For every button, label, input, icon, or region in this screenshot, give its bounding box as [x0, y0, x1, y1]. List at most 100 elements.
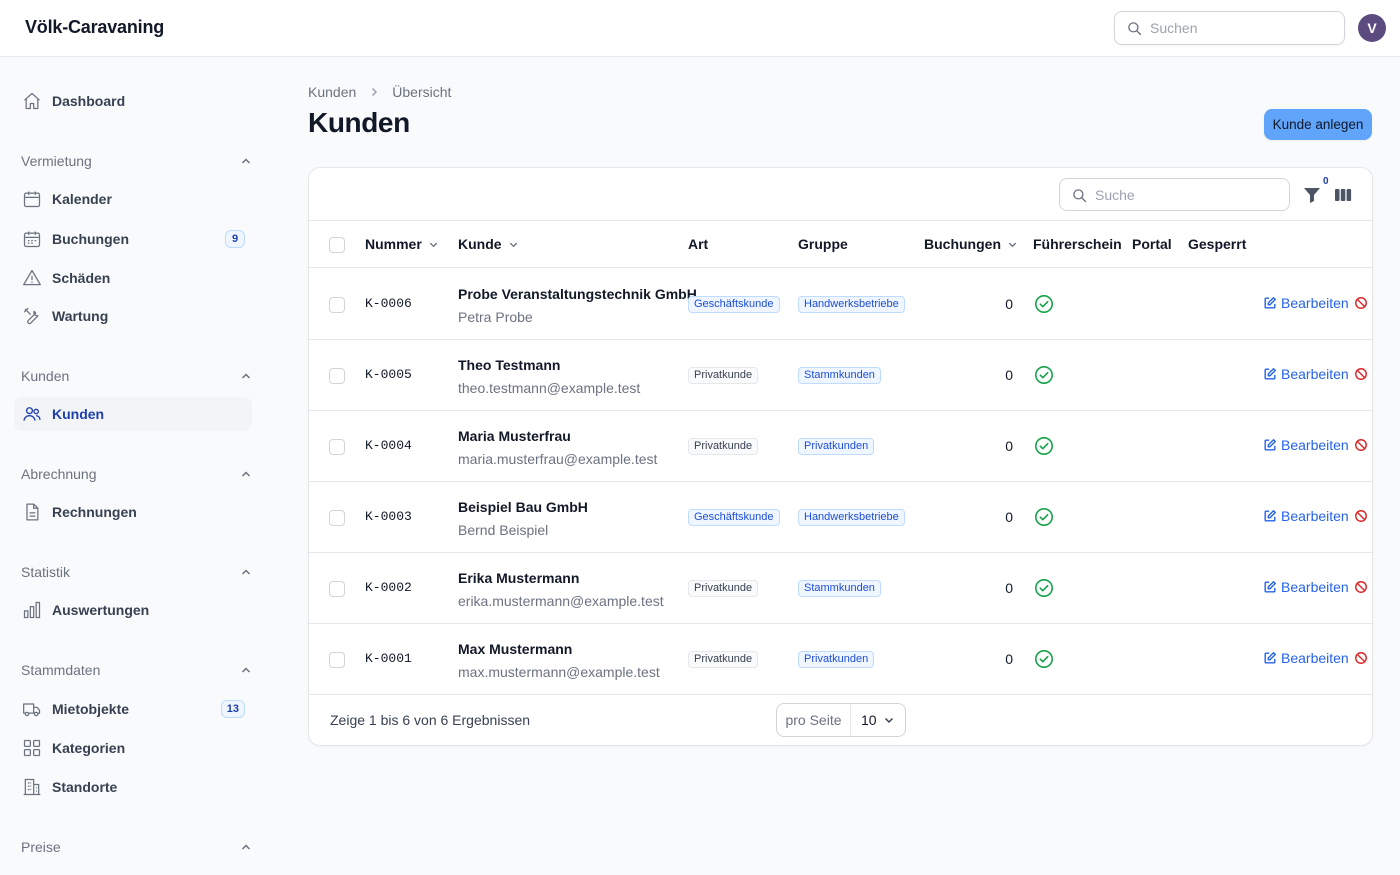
sidebar-item-rechnungen[interactable]: Rechnungen: [14, 495, 252, 529]
sidebar-item-buchungen[interactable]: Buchungen 9: [14, 222, 252, 256]
customer-contact: Bernd Beispiel: [458, 522, 549, 538]
page-title: Kunden: [308, 107, 410, 138]
edit-button[interactable]: Bearbeiten: [1263, 579, 1349, 595]
table-search-input[interactable]: [1095, 185, 1280, 205]
columns-icon[interactable]: [1334, 186, 1352, 204]
per-page-select[interactable]: 10: [851, 704, 905, 736]
chevron-up-icon: [241, 667, 251, 673]
column-header-nummer[interactable]: Nummer: [365, 236, 439, 252]
sidebar-item-label: Standorte: [52, 779, 118, 795]
column-header-gesperrt: Gesperrt: [1188, 236, 1246, 252]
customer-name[interactable]: Maria Musterfrau: [458, 428, 571, 444]
sidebar-item-wartung[interactable]: Wartung: [14, 299, 252, 333]
edit-button[interactable]: Bearbeiten: [1263, 295, 1349, 311]
sidebar-group-label: Kunden: [21, 368, 70, 384]
filter-icon[interactable]: [1302, 185, 1322, 205]
column-header-label: Nummer: [365, 236, 422, 252]
edit-label: Bearbeiten: [1281, 508, 1349, 524]
customer-name[interactable]: Theo Testmann: [458, 357, 560, 373]
edit-button[interactable]: Bearbeiten: [1263, 650, 1349, 666]
customer-name[interactable]: Beispiel Bau GmbH: [458, 499, 588, 515]
sidebar-item-auswertungen[interactable]: Auswertungen: [14, 593, 252, 627]
truck-icon: [22, 699, 42, 719]
ban-icon: [1355, 581, 1367, 593]
breadcrumb-item-kunden[interactable]: Kunden: [308, 84, 356, 100]
sidebar-item-standorte[interactable]: Standorte: [14, 770, 252, 804]
row-checkbox[interactable]: [329, 581, 345, 597]
lock-button[interactable]: S: [1354, 650, 1373, 666]
table-row[interactable]: K-0005 Theo Testmann theo.testmann@examp…: [309, 340, 1372, 411]
customer-name[interactable]: Max Mustermann: [458, 641, 572, 657]
row-checkbox[interactable]: [329, 510, 345, 526]
chevron-up-icon: [241, 373, 251, 379]
edit-button[interactable]: Bearbeiten: [1263, 508, 1349, 524]
row-checkbox[interactable]: [329, 297, 345, 313]
row-checkbox[interactable]: [329, 368, 345, 384]
edit-button[interactable]: Bearbeiten: [1263, 366, 1349, 382]
chevron-right-icon: [368, 86, 380, 98]
bookings-count: 0: [1005, 438, 1013, 454]
global-search-input[interactable]: [1150, 18, 1335, 38]
sidebar-group-label: Vermietung: [21, 153, 92, 169]
check-circle-icon: [1035, 295, 1053, 313]
sidebar-group-statistik[interactable]: Statistik: [21, 562, 252, 582]
table-row[interactable]: K-0002 Erika Mustermann erika.mustermann…: [309, 553, 1372, 624]
table-row[interactable]: K-0001 Max Mustermann max.mustermann@exa…: [309, 624, 1372, 695]
edit-button[interactable]: Bearbeiten: [1263, 437, 1349, 453]
ban-icon: [1355, 439, 1367, 451]
sidebar-item-label: Rechnungen: [52, 504, 137, 520]
bookings-count: 0: [1005, 296, 1013, 312]
row-checkbox[interactable]: [329, 652, 345, 668]
column-header-label: Buchungen: [924, 236, 1001, 252]
sidebar-group-abrechnung[interactable]: Abrechnung: [21, 464, 252, 484]
customer-contact: erika.mustermann@example.test: [458, 593, 664, 609]
global-search[interactable]: [1114, 11, 1345, 45]
row-checkbox[interactable]: [329, 439, 345, 455]
create-customer-button[interactable]: Kunde anlegen: [1264, 109, 1372, 140]
table-search[interactable]: [1059, 178, 1290, 211]
select-all-checkbox[interactable]: [329, 237, 345, 253]
sidebar-item-kunden[interactable]: Kunden: [14, 397, 252, 431]
table-row[interactable]: K-0004 Maria Musterfrau maria.musterfrau…: [309, 411, 1372, 482]
table-row[interactable]: K-0006 Probe Veranstaltungstechnik GmbH …: [309, 269, 1372, 340]
column-header-label: Führerschein: [1033, 236, 1122, 252]
search-icon: [1073, 189, 1087, 203]
chevron-up-icon: [241, 844, 251, 850]
sidebar-group-preise[interactable]: Preise: [21, 837, 252, 857]
brand-logo[interactable]: Völk-Caravaning: [25, 17, 164, 38]
bookings-count: 0: [1005, 580, 1013, 596]
chevron-up-icon: [241, 471, 251, 477]
lock-button[interactable]: S: [1354, 508, 1372, 524]
customer-name[interactable]: Erika Mustermann: [458, 570, 579, 586]
table-header: Nummer Kunde Art Gruppe Buchungen Führer…: [309, 221, 1372, 268]
sidebar-item-dashboard[interactable]: Dashboard: [14, 84, 252, 118]
ban-icon: [1355, 510, 1367, 522]
avatar[interactable]: V: [1358, 14, 1386, 42]
customer-number: K-0001: [365, 651, 412, 666]
customer-group-badge: Privatkunden: [798, 651, 875, 668]
customer-group-badge: Stammkunden: [798, 580, 881, 597]
lock-button[interactable]: S: [1354, 295, 1372, 311]
table-row[interactable]: K-0003 Beispiel Bau GmbH Bernd Beispiel …: [309, 482, 1372, 553]
sidebar-item-label: Buchungen: [52, 231, 129, 247]
lock-label: S: [1372, 650, 1373, 666]
sidebar-item-kalender[interactable]: Kalender: [14, 182, 252, 216]
customer-number: K-0004: [365, 438, 412, 453]
calendar-grid-icon: [22, 229, 42, 249]
edit-label: Bearbeiten: [1281, 437, 1349, 453]
sidebar-item-kategorien[interactable]: Kategorien: [14, 731, 252, 765]
sidebar-group-vermietung[interactable]: Vermietung: [21, 151, 252, 171]
sidebar-group-kunden[interactable]: Kunden: [21, 366, 252, 386]
edit-icon: [1264, 581, 1276, 593]
column-header-buchungen[interactable]: Buchungen: [924, 236, 1018, 252]
sidebar-item-mietobjekte[interactable]: Mietobjekte 13: [14, 692, 252, 726]
lock-button[interactable]: S: [1354, 579, 1373, 595]
sidebar-group-stammdaten[interactable]: Stammdaten: [21, 660, 252, 680]
lock-button[interactable]: S: [1354, 437, 1372, 453]
column-header-kunde[interactable]: Kunde: [458, 236, 519, 252]
lock-button[interactable]: S: [1354, 366, 1372, 382]
customer-name[interactable]: Probe Veranstaltungstechnik GmbH: [458, 286, 697, 302]
customer-type-badge: Privatkunde: [688, 651, 759, 668]
sidebar-item-schaeden[interactable]: Schäden: [14, 261, 252, 295]
lock-label: S: [1372, 579, 1373, 595]
